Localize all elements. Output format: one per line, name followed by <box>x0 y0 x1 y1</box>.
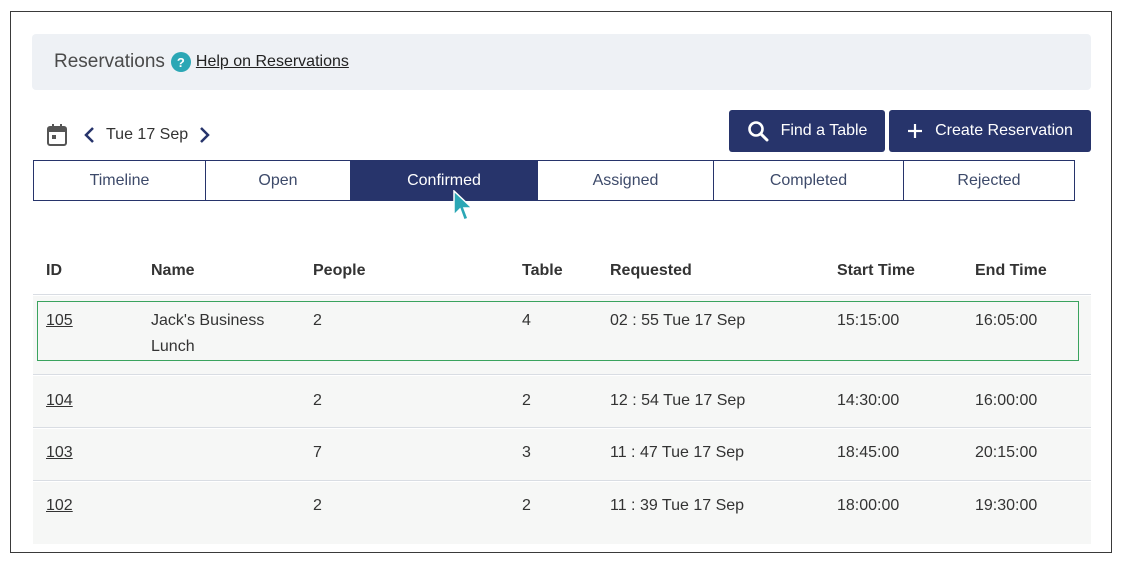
reservation-people: 2 <box>313 392 322 409</box>
column-header-end-time[interactable]: End Time <box>975 262 1047 280</box>
current-date: Tue 17 Sep <box>106 126 189 143</box>
reservation-id-link[interactable]: 102 <box>46 493 73 519</box>
tab-timeline[interactable]: Timeline <box>33 160 206 201</box>
table-row[interactable]: 102 2 2 11 : 39 Tue 17 Sep 18:00:00 19:3… <box>33 482 1091 544</box>
table-row[interactable]: 104 2 2 12 : 54 Tue 17 Sep 14:30:00 16:0… <box>33 376 1091 428</box>
reservation-id-link[interactable]: 103 <box>46 440 73 466</box>
reservation-end-time: 20:15:00 <box>975 444 1038 461</box>
tab-confirmed[interactable]: Confirmed <box>350 160 538 201</box>
page-title: Reservations <box>54 51 165 72</box>
reservation-requested: 02 : 55 Tue 17 Sep <box>610 312 746 329</box>
app-frame: Reservations ? Help on Reservations Tue … <box>10 11 1112 553</box>
reservation-table: 4 <box>522 312 531 329</box>
create-reservation-button[interactable]: Create Reservation <box>889 110 1091 152</box>
find-table-label: Find a Table <box>780 122 868 139</box>
reservation-start-time: 18:45:00 <box>837 444 900 461</box>
tab-label: Assigned <box>592 171 659 189</box>
reservation-people: 2 <box>313 312 322 329</box>
tab-label: Open <box>258 171 298 189</box>
column-header-people[interactable]: People <box>313 262 365 280</box>
reservation-id-link[interactable]: 105 <box>46 308 73 334</box>
tab-label: Timeline <box>89 171 150 189</box>
table-row[interactable]: 103 7 3 11 : 47 Tue 17 Sep 18:45:00 20:1… <box>33 429 1091 481</box>
reservation-requested: 11 : 39 Tue 17 Sep <box>610 497 745 514</box>
column-header-table[interactable]: Table <box>522 262 563 280</box>
reservation-id-link[interactable]: 104 <box>46 388 73 414</box>
tab-open[interactable]: Open <box>205 160 351 201</box>
calendar-icon[interactable] <box>46 123 68 147</box>
chevron-left-icon[interactable] <box>80 124 98 146</box>
reservation-name: Jack's Business <box>151 312 265 329</box>
reservation-table: 2 <box>522 497 531 514</box>
column-header-start-time[interactable]: Start Time <box>837 262 915 280</box>
reservation-end-time: 16:00:00 <box>975 392 1038 409</box>
tab-assigned[interactable]: Assigned <box>537 160 714 201</box>
tab-completed[interactable]: Completed <box>713 160 904 201</box>
reservation-requested: 11 : 47 Tue 17 Sep <box>610 444 745 461</box>
tab-rejected[interactable]: Rejected <box>903 160 1075 201</box>
create-reservation-label: Create Reservation <box>935 122 1073 139</box>
tab-label: Confirmed <box>407 171 481 189</box>
page-header: Reservations ? Help on Reservations <box>32 34 1091 90</box>
column-header-id[interactable]: ID <box>46 262 62 280</box>
search-icon <box>747 120 769 142</box>
reservation-people: 2 <box>313 497 322 514</box>
table-header: ID Name People Table Requested Start Tim… <box>33 252 1091 295</box>
reservation-start-time: 15:15:00 <box>837 312 900 329</box>
column-header-name[interactable]: Name <box>151 262 195 280</box>
reservation-people: 7 <box>313 444 322 461</box>
table-row[interactable]: 105 Jack's Business Lunch 2 4 02 : 55 Tu… <box>33 296 1091 375</box>
mouse-cursor-icon <box>453 190 474 221</box>
reservation-end-time: 19:30:00 <box>975 497 1038 514</box>
chevron-right-icon[interactable] <box>196 124 214 146</box>
reservation-start-time: 18:00:00 <box>837 497 900 514</box>
help-link[interactable]: Help on Reservations <box>196 53 349 71</box>
tab-label: Completed <box>769 171 848 189</box>
reservation-table: 2 <box>522 392 531 409</box>
plus-icon <box>907 123 923 139</box>
find-table-button[interactable]: Find a Table <box>729 110 885 152</box>
column-header-requested[interactable]: Requested <box>610 262 692 280</box>
reservation-table: 3 <box>522 444 531 461</box>
reservation-name-cont: Lunch <box>151 338 195 355</box>
date-navigator: Tue 17 Sep <box>46 120 214 150</box>
reservation-end-time: 16:05:00 <box>975 312 1038 329</box>
status-tabs: Timeline Open Confirmed Assigned Complet… <box>33 160 1075 201</box>
reservation-requested: 12 : 54 Tue 17 Sep <box>610 392 746 409</box>
tab-label: Rejected <box>957 171 1021 189</box>
reservation-start-time: 14:30:00 <box>837 392 900 409</box>
help-icon[interactable]: ? <box>170 52 191 72</box>
